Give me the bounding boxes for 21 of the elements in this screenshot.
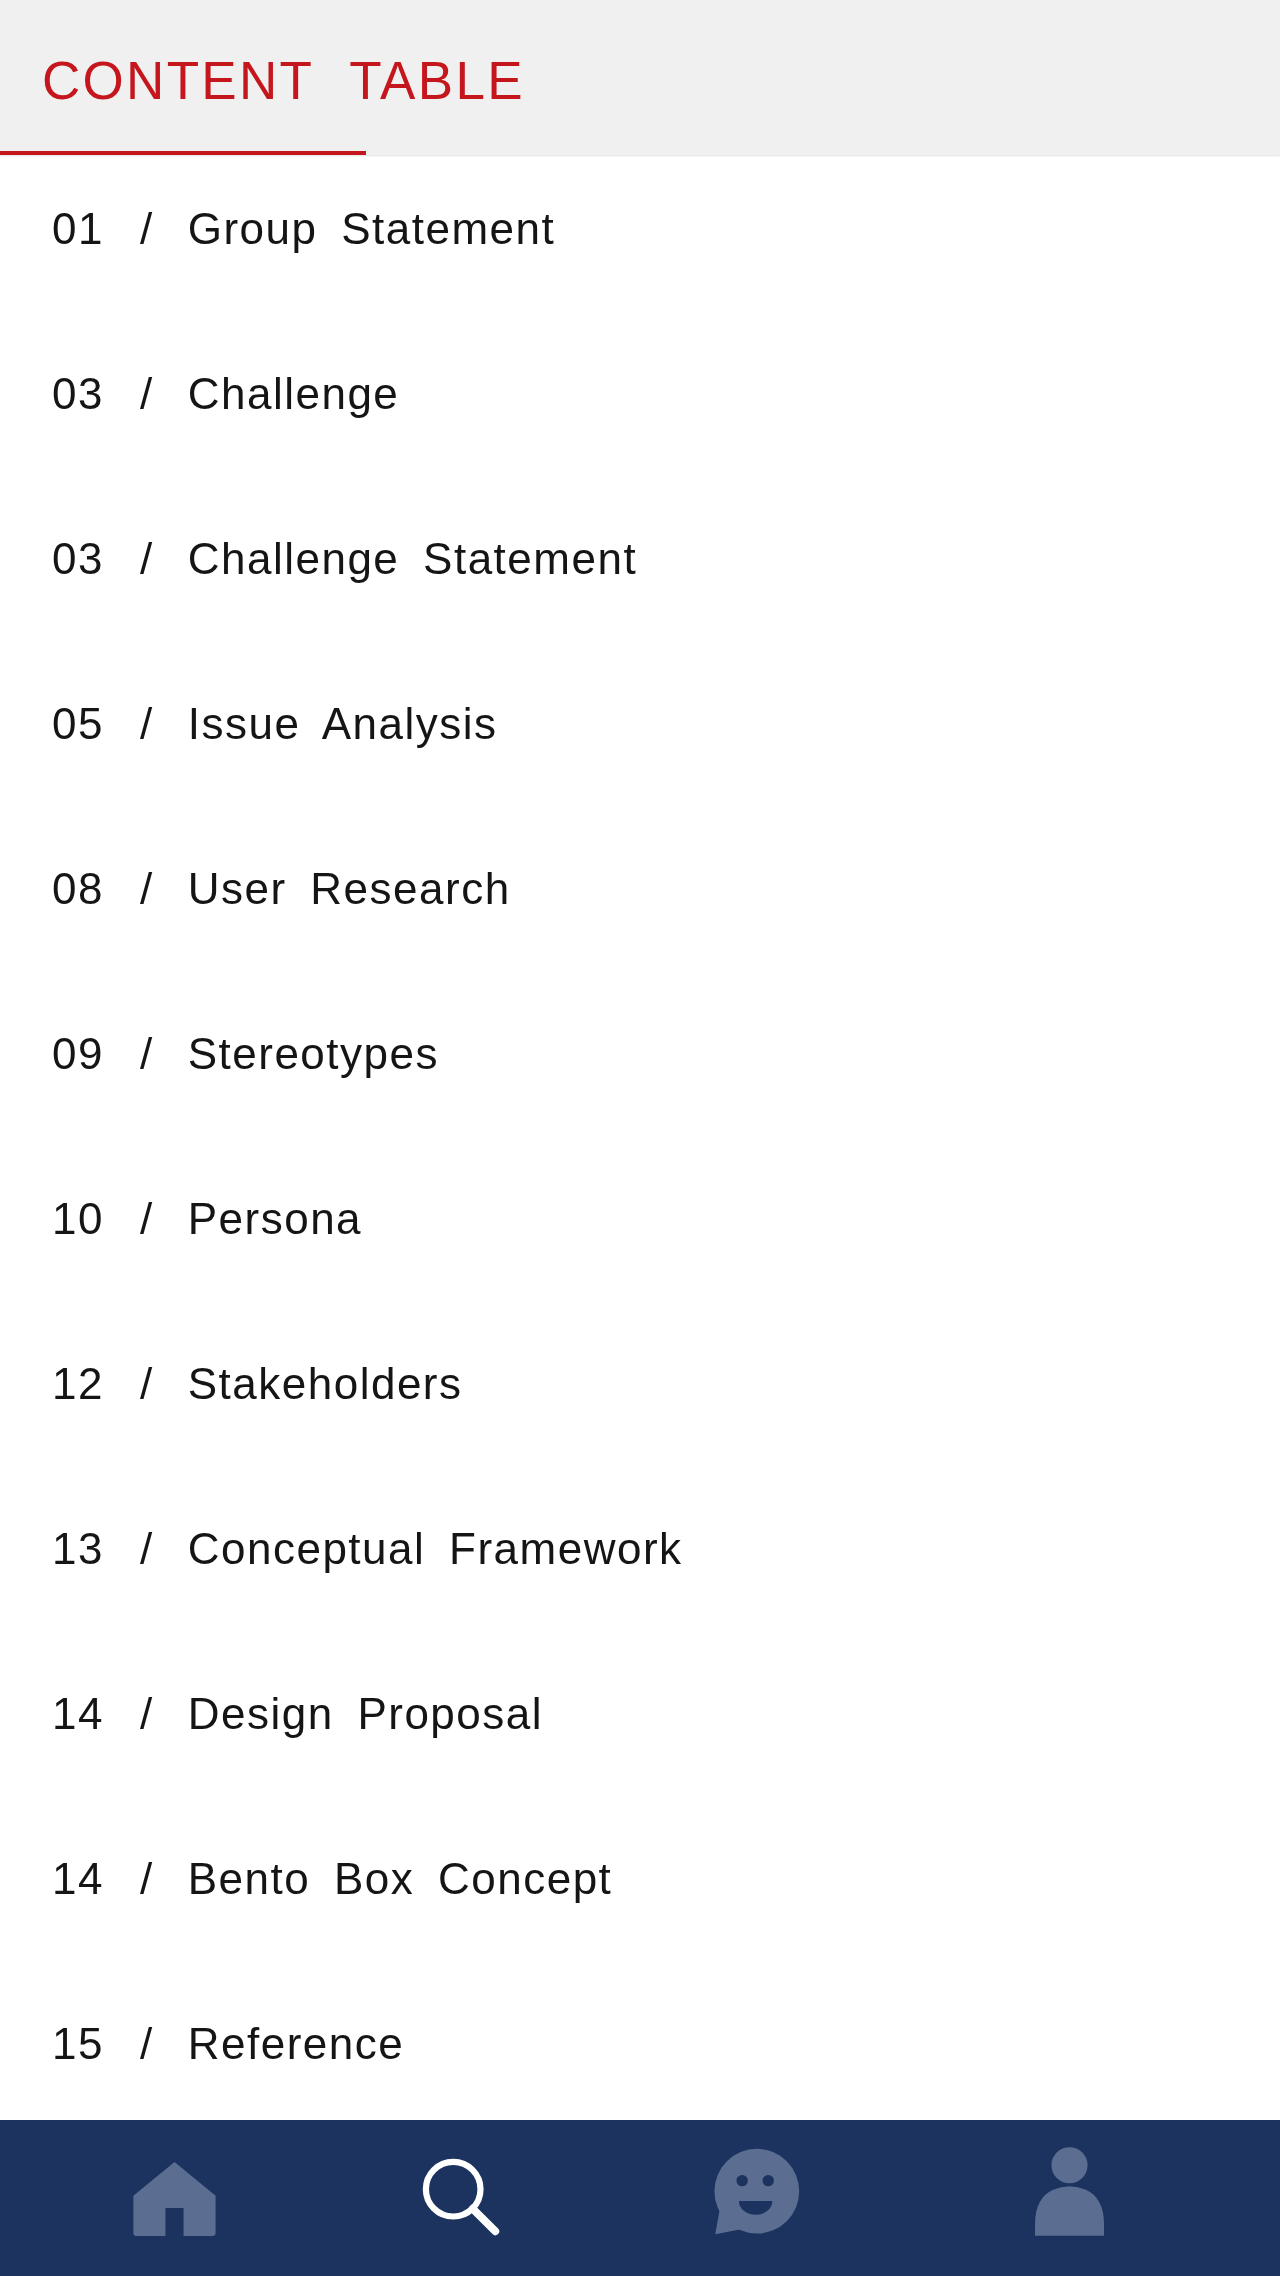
smiley-chat-icon	[712, 2148, 800, 2236]
contents-link[interactable]: 14 / Design Proposal	[52, 1689, 544, 1739]
contents-link[interactable]: 14 / Bento Box Concept	[52, 1854, 613, 1904]
profile-tab[interactable]	[1035, 2147, 1104, 2236]
contents-link[interactable]: 10 / Persona	[52, 1194, 363, 1244]
chat-tab[interactable]	[712, 2148, 800, 2236]
contents-link[interactable]: 12 / Stakeholders	[52, 1359, 463, 1409]
search-tab[interactable]	[422, 2158, 500, 2236]
page-title: CONTENT TABLE	[42, 50, 525, 111]
person-icon	[1035, 2147, 1104, 2236]
contents-link[interactable]: 03 / Challenge	[52, 369, 400, 419]
home-icon	[133, 2162, 216, 2236]
contents-link[interactable]: 08 / User Research	[52, 864, 511, 914]
contents-link[interactable]: 15 / Reference	[52, 2019, 405, 2069]
contents-link[interactable]: 13 / Conceptual Framework	[52, 1524, 683, 1574]
home-tab[interactable]	[133, 2162, 216, 2236]
contents-link[interactable]: 01 / Group Statement	[52, 204, 556, 254]
search-icon	[422, 2158, 500, 2236]
contents-link[interactable]: 03 / Challenge Statement	[52, 534, 638, 584]
contents-link[interactable]: 09 / Stereotypes	[52, 1029, 439, 1079]
contents-link[interactable]: 05 / Issue Analysis	[52, 699, 498, 749]
